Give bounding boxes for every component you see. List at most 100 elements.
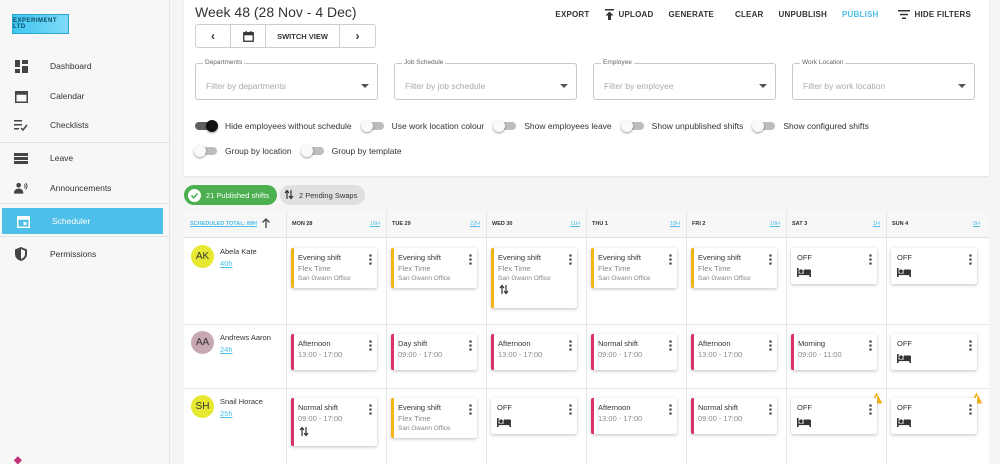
sidebar-item-scheduler[interactable]: Scheduler (2, 208, 163, 234)
shift-card[interactable]: Normal shift 09:00 - 17:00 (291, 398, 377, 446)
shift-card[interactable]: Morning 09:00 - 11:00 (791, 334, 877, 370)
more-options-icon[interactable] (769, 254, 772, 267)
toggle-use-work-location-colour[interactable]: Use work location colour (360, 120, 484, 132)
scheduled-total-label[interactable]: SCHEDULED TOTAL: 89H (190, 221, 257, 227)
more-options-icon[interactable] (469, 404, 472, 417)
more-options-icon[interactable] (569, 254, 572, 267)
toggle-switch[interactable] (360, 120, 384, 132)
toggle-switch[interactable] (300, 145, 324, 157)
toggle-switch[interactable] (195, 120, 218, 132)
more-options-icon[interactable] (669, 404, 672, 417)
toggle-switch[interactable] (493, 120, 517, 132)
generate-button[interactable]: GENERATE (669, 10, 714, 19)
swap-icon[interactable] (299, 426, 309, 439)
shift-card[interactable]: Evening shift Flex Time San Gwann Office (391, 398, 477, 438)
employee-hours[interactable]: 25h (220, 409, 233, 418)
shift-card[interactable]: Evening shift Flex Time San Gwann Office (491, 248, 577, 308)
more-options-icon[interactable] (669, 340, 672, 353)
more-options-icon[interactable] (469, 254, 472, 267)
more-options-icon[interactable] (869, 404, 872, 417)
job-schedule-filter[interactable]: Job Schedule Filter by job schedule (394, 59, 577, 100)
day-hours[interactable]: 11H (570, 221, 580, 227)
employee-cell: SH Snail Horace 25h (190, 395, 285, 435)
pending-swaps-chip[interactable]: 2 Pending Swaps (279, 185, 366, 205)
more-options-icon[interactable] (369, 340, 372, 353)
more-options-icon[interactable] (469, 340, 472, 353)
shift-card[interactable]: Evening shift Flex Time San Gwann Office (391, 248, 477, 288)
day-hours[interactable]: 1H (873, 221, 880, 227)
toggle-show-unpublished-shifts[interactable]: Show unpublished shifts (620, 120, 743, 132)
shift-card[interactable]: Evening shift Flex Time San Gwann Office (591, 248, 677, 288)
sort-arrow-up-icon[interactable] (262, 218, 270, 230)
clear-button[interactable]: CLEAR (735, 10, 764, 19)
more-options-icon[interactable] (369, 254, 372, 267)
more-options-icon[interactable] (569, 340, 572, 353)
off-day-card[interactable]: OFF (891, 248, 977, 284)
sidebar-item-calendar[interactable]: Calendar (0, 83, 170, 109)
employee-hours[interactable]: 40h (220, 259, 233, 268)
shift-card[interactable]: Afternoon 13:00 - 17:00 (291, 334, 377, 370)
shift-card[interactable]: Afternoon 13:00 - 17:00 (591, 398, 677, 434)
more-options-icon[interactable] (969, 340, 972, 353)
day-hours[interactable]: 18H (670, 221, 680, 227)
shift-card[interactable]: Afternoon 13:00 - 17:00 (691, 334, 777, 370)
more-options-icon[interactable] (369, 404, 372, 417)
departments-filter[interactable]: Departments Filter by departments (195, 59, 378, 100)
toggle-switch[interactable] (752, 120, 776, 132)
off-day-card[interactable]: OFF (791, 248, 877, 284)
off-day-card[interactable]: OFF (891, 334, 977, 370)
shift-card[interactable]: Evening shift Flex Time San Gwann Office (291, 248, 377, 288)
day-header: WED 30 11H (486, 211, 586, 238)
switch-view-button[interactable]: SWITCH VIEW (266, 25, 340, 47)
sidebar-item-leave[interactable]: Leave (0, 145, 170, 171)
more-options-icon[interactable] (569, 404, 572, 417)
shift-card[interactable]: Afternoon 13:00 - 17:00 (491, 334, 577, 370)
toggle-group-by-template[interactable]: Group by template (300, 145, 402, 157)
next-week-button[interactable]: › (340, 25, 375, 47)
more-options-icon[interactable] (769, 340, 772, 353)
toggle-switch[interactable] (620, 120, 644, 132)
publish-button[interactable]: PUBLISH (842, 10, 879, 19)
more-options-icon[interactable] (869, 340, 872, 353)
off-day-card[interactable]: OFF (891, 398, 977, 434)
sidebar-item-permissions[interactable]: Permissions (0, 241, 170, 267)
more-options-icon[interactable] (669, 254, 672, 267)
date-picker-button[interactable] (231, 25, 266, 47)
more-options-icon[interactable] (769, 404, 772, 417)
off-day-card[interactable]: OFF (491, 398, 577, 434)
toggle-show-configured-shifts[interactable]: Show configured shifts (752, 120, 869, 132)
more-options-icon[interactable] (869, 254, 872, 267)
check-circle-icon (188, 188, 201, 202)
more-options-icon[interactable] (969, 404, 972, 417)
scheduled-total-header[interactable]: SCHEDULED TOTAL: 89H (184, 211, 286, 238)
work-location-filter[interactable]: Work Location Filter by work location (792, 59, 975, 100)
shift-card[interactable]: Normal shift 09:00 - 17:00 (591, 334, 677, 370)
upload-button[interactable]: UPLOAD (604, 9, 654, 20)
sidebar-item-dashboard[interactable]: Dashboard (0, 53, 170, 79)
hide-filters-button[interactable]: HIDE FILTERS (897, 10, 971, 19)
shift-card[interactable]: Normal shift 09:00 - 17:00 (691, 398, 777, 434)
toggle-show-employees-leave[interactable]: Show employees leave (493, 120, 612, 132)
more-options-icon[interactable] (969, 254, 972, 267)
shift-card[interactable]: Evening shift Flex Time San Gwann Office (691, 248, 777, 288)
day-hours[interactable]: 18H (770, 221, 780, 227)
company-logo[interactable]: EXPERIMENT LTD (12, 14, 69, 34)
toggle-switch[interactable] (194, 145, 217, 157)
published-shifts-chip[interactable]: 21 Published shifts (184, 185, 277, 205)
sidebar-item-checklists[interactable]: Checklists (0, 112, 170, 138)
day-hours[interactable]: 16H (370, 221, 380, 227)
previous-week-button[interactable]: ‹ (196, 25, 231, 47)
toggle-label: Group by location (225, 146, 292, 156)
unpublish-button[interactable]: UNPUBLISH (779, 10, 827, 19)
export-button[interactable]: EXPORT (555, 10, 589, 19)
sidebar-item-announcements[interactable]: Announcements (0, 175, 170, 201)
swap-icon[interactable] (499, 284, 509, 297)
toggle-group-by-location[interactable]: Group by location (194, 145, 292, 157)
day-hours[interactable]: 0H (973, 221, 980, 227)
shift-card[interactable]: Day shift 09:00 - 17:00 (391, 334, 477, 370)
toggle-hide-employees-without-schedule[interactable]: Hide employees without schedule (195, 120, 352, 132)
day-hours[interactable]: 22H (470, 221, 480, 227)
employee-filter[interactable]: Employee Filter by employee (593, 59, 776, 100)
off-day-card[interactable]: OFF (791, 398, 877, 434)
employee-hours[interactable]: 24h (220, 345, 233, 354)
